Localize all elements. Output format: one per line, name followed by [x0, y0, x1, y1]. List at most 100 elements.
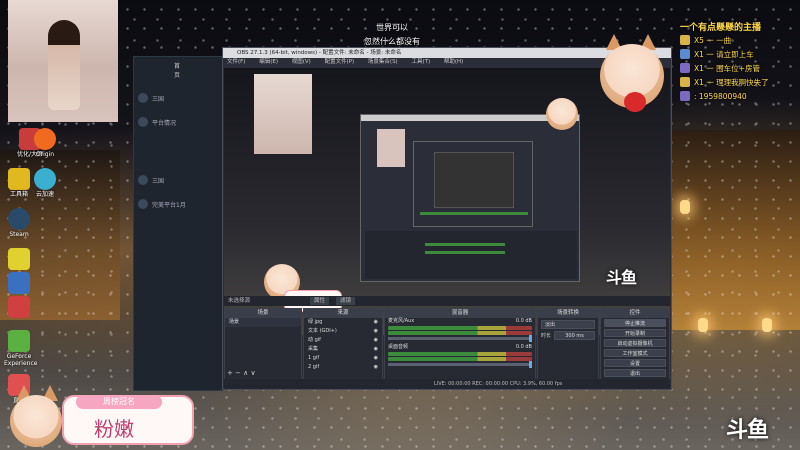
nested-meter	[425, 243, 505, 246]
eye-icon[interactable]: ◉	[374, 354, 378, 363]
scene-item[interactable]: 场景	[225, 318, 301, 327]
eye-icon[interactable]: ◉	[374, 345, 378, 354]
desktop-icon-label: GeForce Experience	[4, 353, 38, 367]
donor-text: X5 一 一曲	[694, 35, 732, 45]
studio-mode-button[interactable]: 工作室模式	[604, 349, 666, 357]
app-icon	[8, 248, 30, 270]
source-item[interactable]: 2 gif ◉	[304, 363, 382, 372]
track-db: 0.0 dB	[515, 344, 532, 350]
desktop-icon-label: Origin	[35, 151, 55, 158]
gift-icon	[680, 63, 690, 73]
eye-icon[interactable]: ◉	[374, 363, 378, 372]
desktop-icon[interactable]: Origin	[30, 126, 60, 170]
donor-row: X5 一 一曲	[680, 33, 800, 47]
settings-button[interactable]: 设置	[604, 359, 666, 367]
app-icon	[34, 168, 56, 190]
start-recording-button[interactable]: 开始录制	[604, 329, 666, 337]
scenes-dock-title: 场景	[225, 309, 301, 318]
source-item[interactable]: 动 gif ◉	[304, 336, 382, 345]
duration-input[interactable]: 300 ms	[554, 331, 595, 340]
streamer-photo	[8, 0, 118, 122]
stop-streaming-button[interactable]: 停止推流	[604, 319, 666, 327]
menu-edit[interactable]: 编辑(E)	[259, 59, 278, 65]
donor-text: : 1959800940	[694, 91, 747, 101]
nested-docks	[365, 231, 577, 279]
volume-slider[interactable]	[388, 361, 532, 368]
virtual-camera-button[interactable]: 启动虚拟摄像机	[604, 339, 666, 347]
avatar	[138, 175, 148, 185]
donor-list: 一个有点懸懸的主播 X5 一 一曲 X1 一 请立即上车 X1 一 围车位+房管…	[680, 20, 800, 120]
app-icon	[8, 296, 30, 318]
app-icon	[8, 168, 30, 190]
eye-icon[interactable]: ◉	[374, 336, 378, 345]
volume-meter	[388, 331, 532, 335]
track-name: 麦克风/Aux	[388, 318, 415, 324]
sources-dock: 来源 绿 jpg ◉ 文本 (GDI+) ◉ 动 gif ◉ 采集 ◉ 1 gif ◉ 2…	[303, 308, 383, 380]
source-label: 1 gif	[308, 355, 320, 361]
list-item-label: 平台情况	[152, 119, 177, 127]
nested-photo	[377, 129, 405, 167]
client-header: 首页	[174, 63, 181, 79]
exit-button[interactable]: 退出	[604, 369, 666, 377]
nested-obs-window-2	[413, 141, 533, 227]
slider-handle[interactable]	[529, 335, 532, 342]
controls-dock-title: 控件	[601, 309, 669, 318]
menu-help[interactable]: 帮助(H)	[444, 59, 463, 65]
source-label: 绿 jpg	[308, 319, 323, 325]
list-item-label: 三国	[152, 177, 165, 185]
avatar	[138, 117, 148, 127]
menu-view[interactable]: 视图(V)	[292, 59, 311, 65]
donor-row: X1 一 理理我啊快失了	[680, 75, 800, 89]
scene-dock-controls[interactable]: + − ∧ ∨	[227, 369, 256, 377]
volume-slider[interactable]	[388, 335, 532, 342]
donor-row: X1 一 围车位+房管	[680, 61, 800, 75]
menu-scene-collection[interactable]: 场景集合(S)	[368, 59, 398, 65]
sources-dock-title: 来源	[304, 309, 382, 318]
properties-button[interactable]: 属性	[310, 297, 330, 305]
source-item[interactable]: 采集 ◉	[304, 345, 382, 354]
list-item[interactable]: 三国	[138, 171, 218, 189]
donor-text: X1 一 理理我啊快失了	[694, 77, 769, 87]
transitions-dock: 场景转换 淡出 时长 300 ms	[537, 308, 599, 380]
lantern	[698, 318, 708, 332]
source-item[interactable]: 文本 (GDI+) ◉	[304, 327, 382, 336]
geforce-icon[interactable]: GeForce Experience	[4, 328, 38, 372]
track-name: 桌面音频	[388, 344, 409, 350]
douyu-watermark: 斗鱼	[726, 418, 769, 443]
slider-handle[interactable]	[529, 361, 532, 368]
menu-file[interactable]: 文件(F)	[227, 59, 245, 65]
list-item[interactable]: 平台情况	[138, 113, 218, 131]
list-item-label: 三国	[152, 95, 165, 103]
donor-text: X1 一 请立即上车	[694, 49, 754, 59]
list-item[interactable]: 完美平台1月	[138, 195, 218, 213]
source-label: 采集	[308, 346, 319, 352]
menu-profile[interactable]: 配置文件(P)	[325, 59, 355, 65]
donor-list-title: 一个有点懸懸的主播	[680, 23, 762, 33]
mixer-track: 麦克风/Aux 0.0 dB	[385, 318, 535, 325]
mixer-dock: 混音器 麦克风/Aux 0.0 dB 桌面音频 0.0 dB	[384, 308, 536, 380]
volume-meter	[388, 352, 532, 356]
mascot-head	[546, 98, 578, 130]
eye-icon[interactable]: ◉	[374, 318, 378, 327]
nested-obs-window-3	[434, 152, 514, 208]
mascot-sticker-bottom	[4, 385, 68, 449]
volume-meter	[388, 357, 532, 361]
menu-tools[interactable]: 工具(T)	[411, 59, 430, 65]
transition-select[interactable]: 淡出	[541, 320, 595, 329]
lantern	[680, 200, 690, 214]
weekly-rank-banner: 周榜冠名 粉嫩	[62, 395, 194, 445]
client-window[interactable]: 首页 三国 平台情况 三国 完美平台1月	[133, 56, 223, 391]
source-item[interactable]: 1 gif ◉	[304, 354, 382, 363]
filters-button[interactable]: 滤镜	[336, 297, 356, 305]
steam-icon[interactable]: Steam	[4, 206, 34, 250]
list-item-label: 完美平台1月	[152, 201, 186, 209]
desktop-icon[interactable]: 云加速	[30, 166, 60, 210]
apple-icon	[624, 92, 646, 112]
source-item[interactable]: 绿 jpg ◉	[304, 318, 382, 327]
eye-icon[interactable]: ◉	[374, 327, 378, 336]
list-item[interactable]: 三国	[138, 89, 218, 107]
subtitle-line-1: 世界可以	[376, 23, 408, 32]
lantern	[762, 318, 772, 332]
transitions-dock-title: 场景转换	[538, 309, 598, 318]
nested-obs-window	[360, 114, 580, 282]
